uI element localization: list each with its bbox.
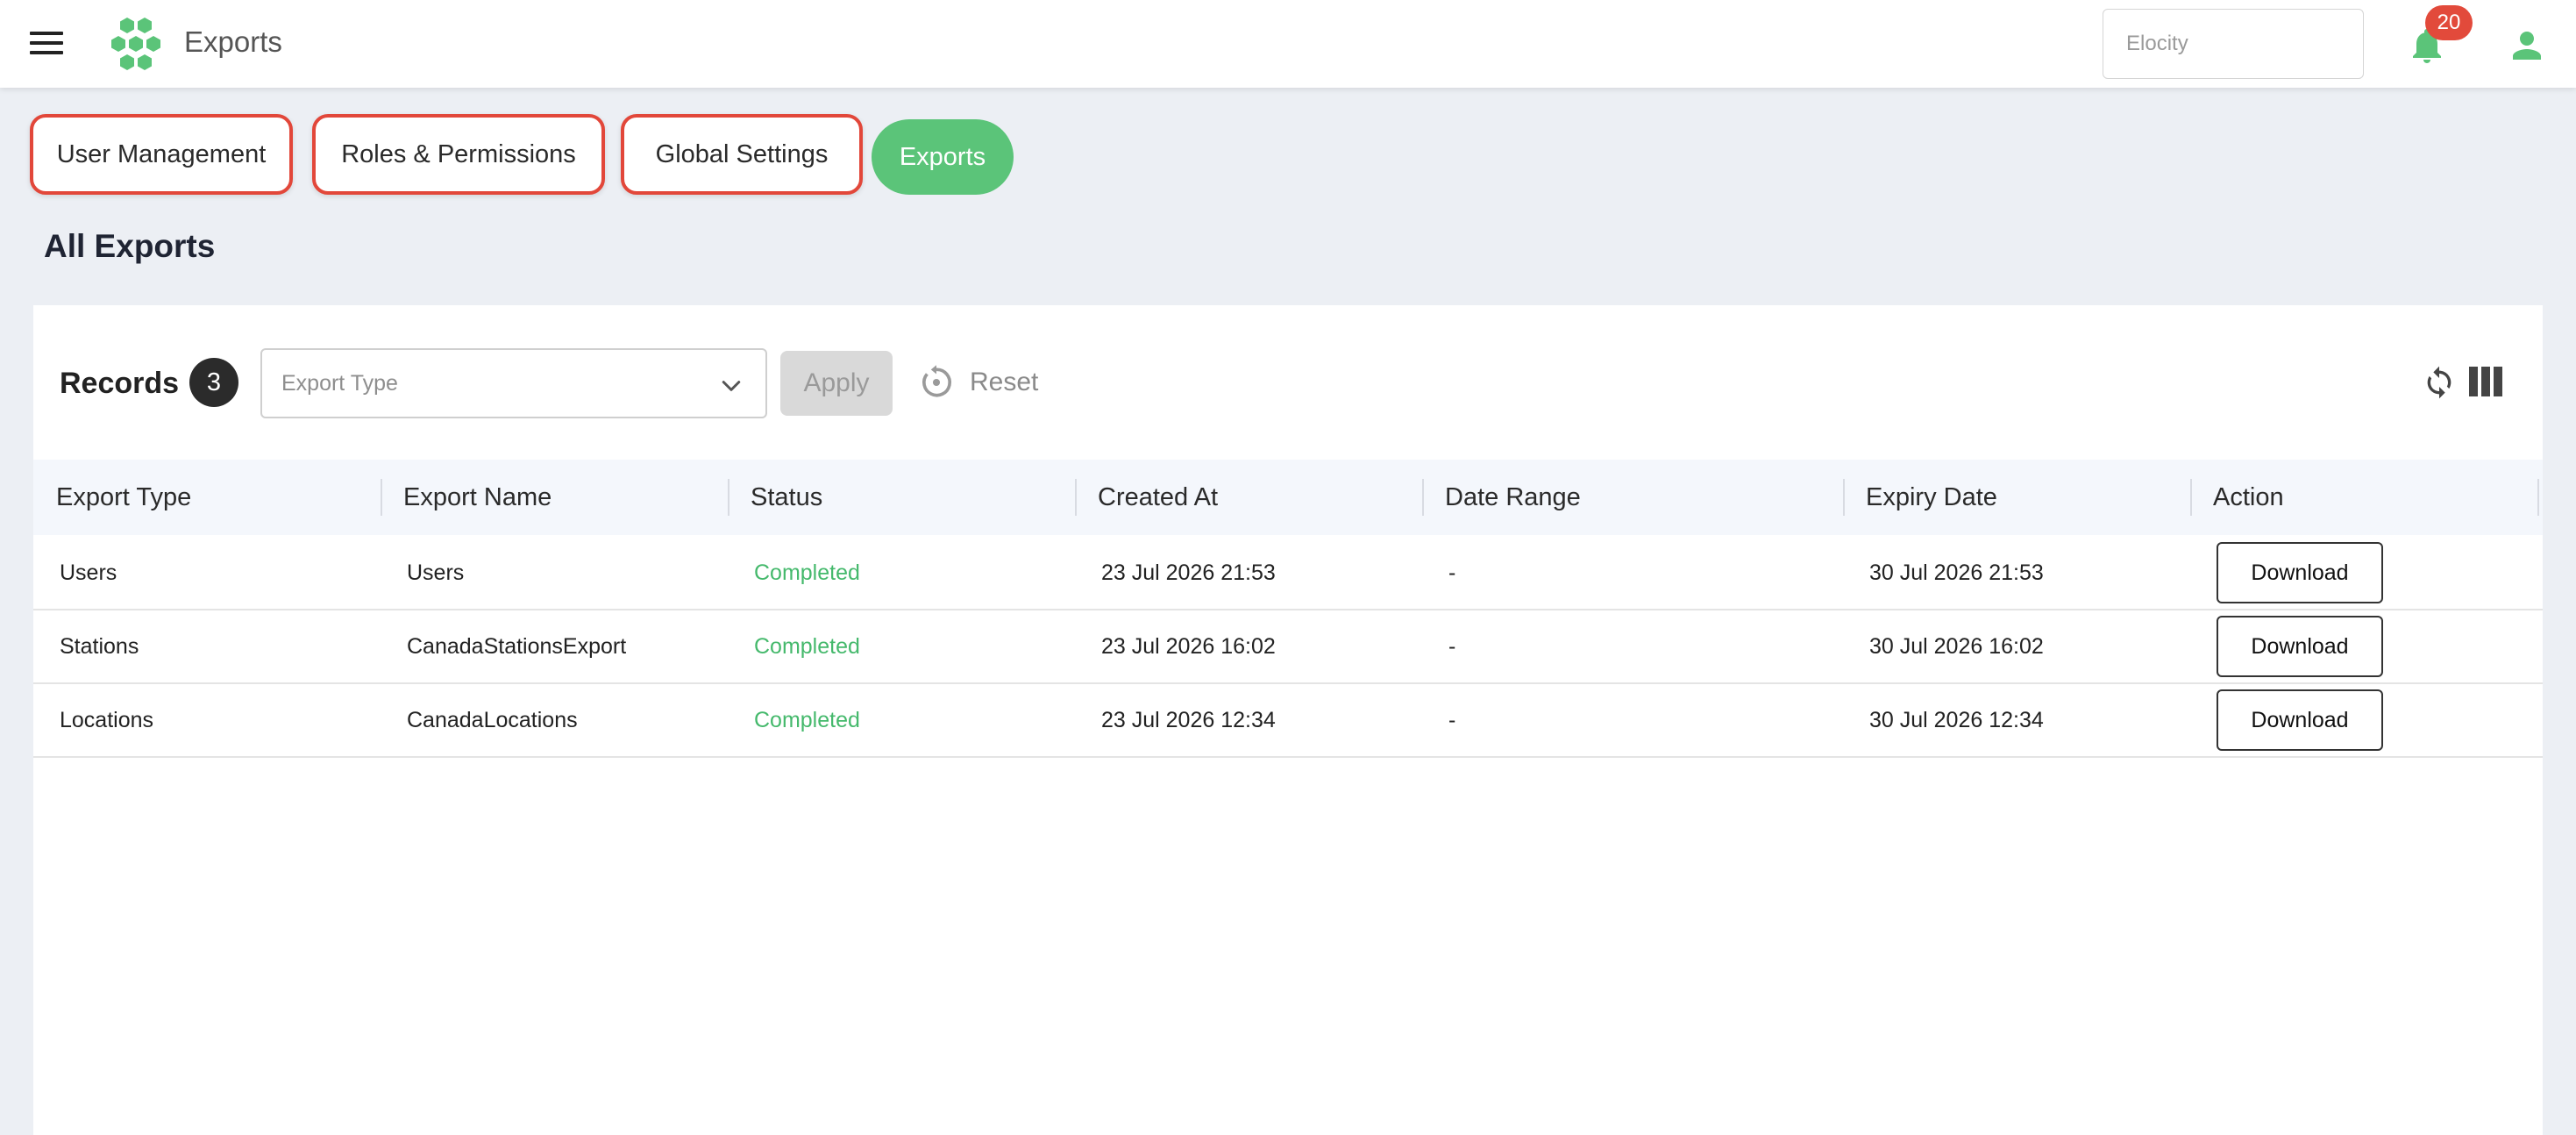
cell-status: Completed xyxy=(754,708,860,732)
reset-label: Reset xyxy=(970,368,1039,396)
cell-created-at: 23 Jul 2026 16:02 xyxy=(1101,634,1276,659)
organization-input[interactable] xyxy=(2103,9,2364,79)
column-separator xyxy=(381,479,382,516)
cell-export-type: Locations xyxy=(60,708,154,732)
download-button[interactable]: Download xyxy=(2217,689,2383,751)
exports-card: Records 3 Export Type Apply Reset Export… xyxy=(33,305,2543,1135)
cell-status: Completed xyxy=(754,560,860,585)
column-separator xyxy=(1843,479,1845,516)
download-button[interactable]: Download xyxy=(2217,616,2383,677)
notification-badge[interactable]: 20 xyxy=(2425,5,2473,40)
column-separator xyxy=(2190,479,2192,516)
cell-status: Completed xyxy=(754,634,860,659)
export-type-select[interactable]: Export Type xyxy=(260,348,767,418)
reset-button[interactable]: Reset xyxy=(917,358,1038,407)
cell-export-type: Stations xyxy=(60,634,139,659)
tab-exports[interactable]: Exports xyxy=(872,119,1014,195)
cell-expiry-date: 30 Jul 2026 16:02 xyxy=(1869,634,2044,659)
column-header-date-range[interactable]: Date Range xyxy=(1445,460,1581,535)
table-row: Locations CanadaLocations Completed 23 J… xyxy=(33,684,2543,758)
cell-expiry-date: 30 Jul 2026 21:53 xyxy=(1869,560,2044,585)
tab-global-settings[interactable]: Global Settings xyxy=(621,114,863,195)
cell-date-range: - xyxy=(1448,634,1456,659)
column-header-export-name[interactable]: Export Name xyxy=(403,460,551,535)
records-label: Records xyxy=(60,367,180,400)
cell-export-name: CanadaLocations xyxy=(407,708,578,732)
app-title: Exports xyxy=(184,25,282,58)
logo-hexagon-icon xyxy=(111,18,160,70)
column-header-status[interactable]: Status xyxy=(751,460,822,535)
column-separator xyxy=(728,479,729,516)
table-row: Stations CanadaStationsExport Completed … xyxy=(33,610,2543,684)
column-header-created-at[interactable]: Created At xyxy=(1098,460,1218,535)
apply-button[interactable]: Apply xyxy=(780,351,893,416)
cell-expiry-date: 30 Jul 2026 12:34 xyxy=(1869,708,2044,732)
cell-export-name: Users xyxy=(407,560,465,585)
menu-icon[interactable] xyxy=(30,30,63,56)
cell-created-at: 23 Jul 2026 21:53 xyxy=(1101,560,1276,585)
column-separator xyxy=(1075,479,1077,516)
column-separator xyxy=(2537,479,2539,516)
table-header: Export Type Export Name Status Created A… xyxy=(33,460,2543,535)
cell-date-range: - xyxy=(1448,560,1456,585)
tab-roles-permissions[interactable]: Roles & Permissions xyxy=(312,114,605,195)
user-icon[interactable] xyxy=(2506,25,2548,67)
tab-user-management[interactable]: User Management xyxy=(30,114,293,195)
export-type-placeholder: Export Type xyxy=(281,371,398,396)
page-title: All Exports xyxy=(44,228,216,264)
table-row: Users Users Completed 23 Jul 2026 21:53 … xyxy=(33,537,2543,610)
column-header-action[interactable]: Action xyxy=(2213,460,2284,535)
cell-created-at: 23 Jul 2026 12:34 xyxy=(1101,708,1276,732)
records-count-badge: 3 xyxy=(189,358,238,407)
cell-date-range: - xyxy=(1448,708,1456,732)
chevron-down-icon xyxy=(722,381,741,391)
refresh-icon[interactable] xyxy=(2422,363,2457,402)
columns-icon[interactable] xyxy=(2469,367,2502,396)
cell-export-type: Users xyxy=(60,560,117,585)
reset-icon xyxy=(922,365,951,397)
cell-export-name: CanadaStationsExport xyxy=(407,634,627,659)
download-button[interactable]: Download xyxy=(2217,542,2383,603)
top-bar: Exports 20 xyxy=(0,0,2576,88)
column-header-export-type[interactable]: Export Type xyxy=(56,460,191,535)
column-header-expiry-date[interactable]: Expiry Date xyxy=(1866,460,1997,535)
column-separator xyxy=(1422,479,1424,516)
